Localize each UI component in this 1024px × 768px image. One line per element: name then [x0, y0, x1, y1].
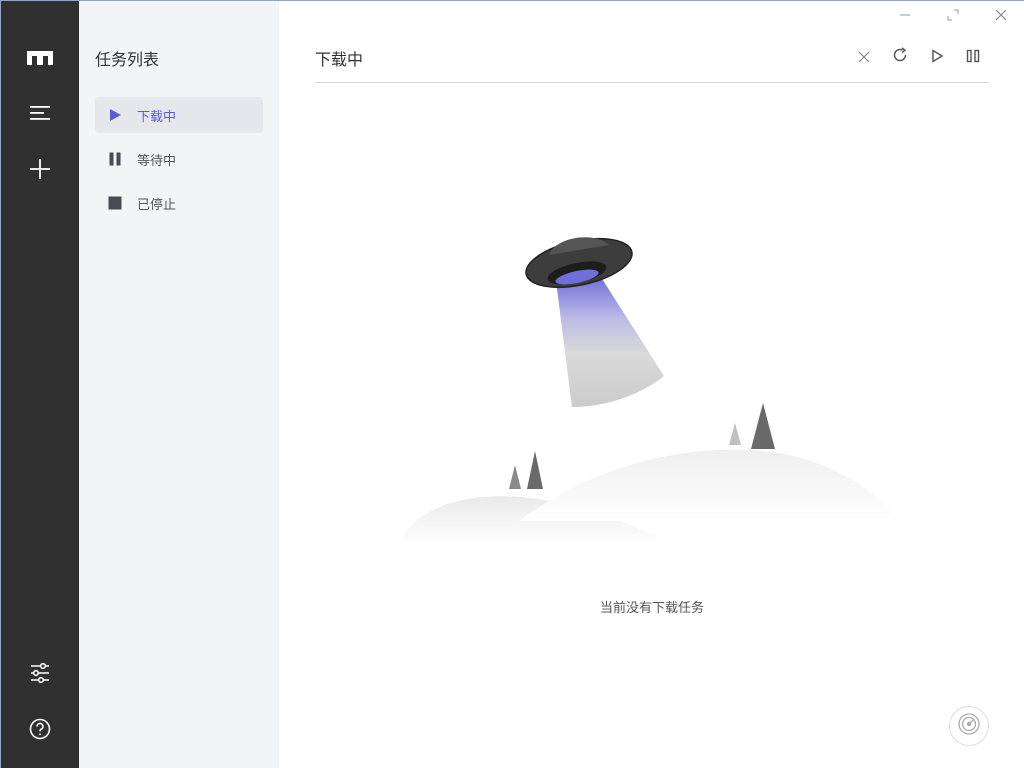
refresh-button[interactable] — [890, 47, 910, 67]
main-header: 下载中 — [315, 33, 989, 83]
menu-icon[interactable] — [20, 93, 60, 133]
pause-all-button[interactable] — [963, 47, 983, 67]
pause-outline-icon — [966, 48, 980, 67]
stop-icon — [107, 195, 123, 211]
logo-icon[interactable] — [20, 37, 60, 77]
add-icon[interactable] — [20, 149, 60, 189]
main-panel: 下载中 当前没有下载任务 — [279, 1, 1024, 768]
play-outline-icon — [930, 48, 944, 67]
speedometer-button[interactable] — [949, 706, 989, 746]
play-icon — [107, 107, 123, 123]
close-icon — [858, 48, 870, 67]
maximize-icon[interactable] — [943, 5, 963, 25]
sidebar-item-label: 已停止 — [137, 197, 177, 213]
resume-all-button[interactable] — [927, 47, 947, 67]
sidebar-item-waiting[interactable]: 等待中 — [95, 141, 263, 177]
empty-state-illustration — [399, 231, 909, 561]
pause-icon — [107, 151, 123, 167]
app-window: 任务列表 下载中 等待中 已停止 下载中 当前没有下载任务 — [0, 0, 1024, 768]
sidebar-item-label: 等待中 — [137, 153, 177, 169]
help-icon[interactable] — [20, 709, 60, 749]
speedometer-icon — [957, 712, 981, 740]
task-sidebar: 任务列表 下载中 等待中 已停止 — [79, 1, 279, 768]
sidebar-item-stopped[interactable]: 已停止 — [95, 185, 263, 221]
empty-state-text: 当前没有下载任务 — [599, 601, 704, 616]
sidebar-item-downloading[interactable]: 下载中 — [95, 97, 263, 133]
page-title: 下载中 — [315, 50, 364, 69]
minimize-icon[interactable] — [895, 5, 915, 25]
settings-sliders-icon[interactable] — [20, 653, 60, 693]
nav-rail — [1, 1, 79, 768]
sidebar-title: 任务列表 — [95, 50, 160, 69]
sidebar-item-label: 下载中 — [137, 109, 177, 125]
refresh-icon — [892, 47, 908, 67]
clear-tasks-button[interactable] — [854, 47, 874, 67]
window-close-icon[interactable] — [991, 5, 1011, 25]
